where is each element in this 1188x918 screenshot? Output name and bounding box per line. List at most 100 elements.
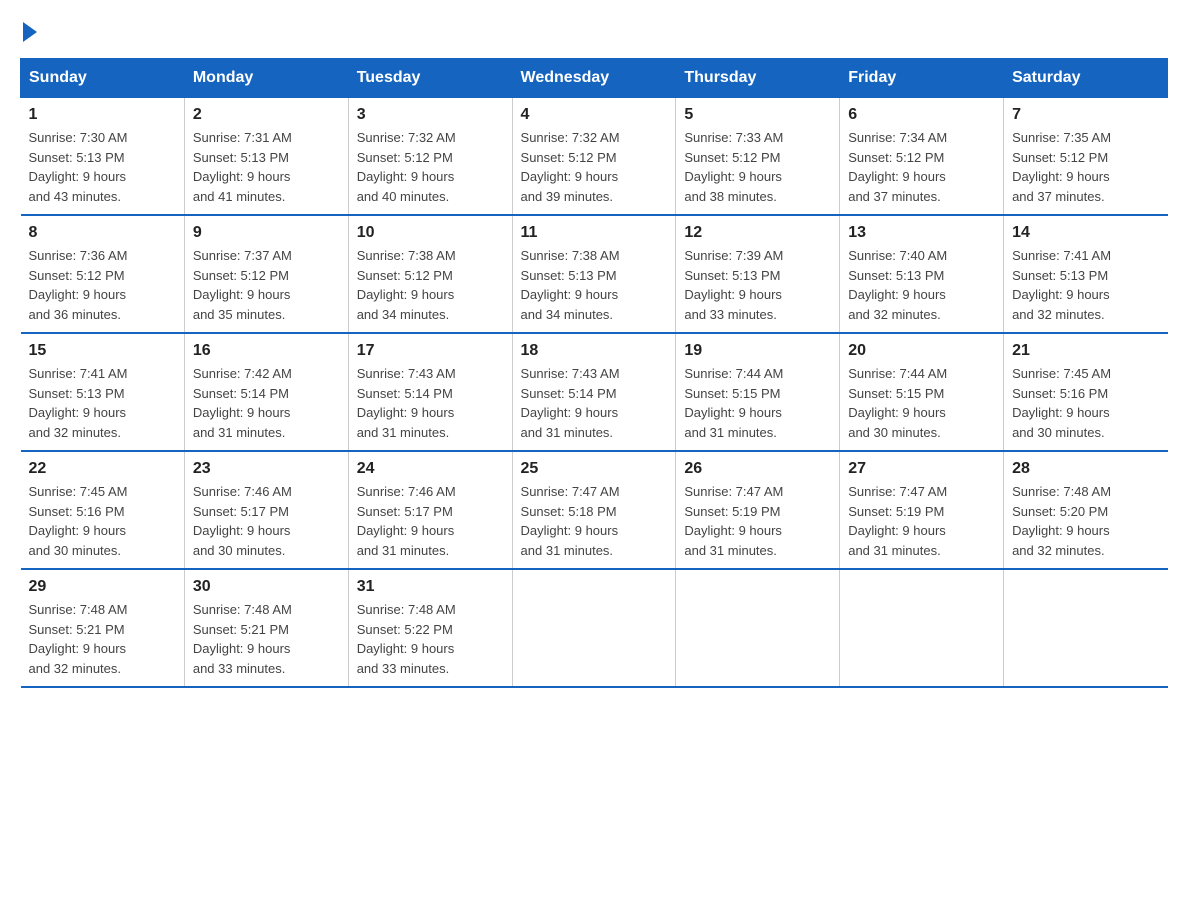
day-info: Sunrise: 7:39 AM Sunset: 5:13 PM Dayligh…: [684, 246, 831, 324]
day-number: 28: [1012, 460, 1159, 478]
day-header-wednesday: Wednesday: [512, 59, 676, 98]
calendar-cell: 10 Sunrise: 7:38 AM Sunset: 5:12 PM Dayl…: [348, 215, 512, 333]
day-info: Sunrise: 7:41 AM Sunset: 5:13 PM Dayligh…: [29, 364, 176, 442]
calendar-cell: 25 Sunrise: 7:47 AM Sunset: 5:18 PM Dayl…: [512, 451, 676, 569]
calendar-cell: 18 Sunrise: 7:43 AM Sunset: 5:14 PM Dayl…: [512, 333, 676, 451]
day-info: Sunrise: 7:44 AM Sunset: 5:15 PM Dayligh…: [684, 364, 831, 442]
logo-arrow-icon: [23, 22, 37, 42]
day-number: 17: [357, 342, 504, 360]
day-number: 2: [193, 106, 340, 124]
calendar-cell: 8 Sunrise: 7:36 AM Sunset: 5:12 PM Dayli…: [21, 215, 185, 333]
calendar-cell: 11 Sunrise: 7:38 AM Sunset: 5:13 PM Dayl…: [512, 215, 676, 333]
day-info: Sunrise: 7:32 AM Sunset: 5:12 PM Dayligh…: [357, 128, 504, 206]
calendar-cell: 28 Sunrise: 7:48 AM Sunset: 5:20 PM Dayl…: [1004, 451, 1168, 569]
day-info: Sunrise: 7:48 AM Sunset: 5:22 PM Dayligh…: [357, 600, 504, 678]
day-number: 22: [29, 460, 176, 478]
day-info: Sunrise: 7:30 AM Sunset: 5:13 PM Dayligh…: [29, 128, 176, 206]
calendar-cell: 14 Sunrise: 7:41 AM Sunset: 5:13 PM Dayl…: [1004, 215, 1168, 333]
day-info: Sunrise: 7:48 AM Sunset: 5:21 PM Dayligh…: [193, 600, 340, 678]
calendar-cell: 6 Sunrise: 7:34 AM Sunset: 5:12 PM Dayli…: [840, 98, 1004, 216]
calendar-cell: 31 Sunrise: 7:48 AM Sunset: 5:22 PM Dayl…: [348, 569, 512, 687]
day-number: 20: [848, 342, 995, 360]
day-info: Sunrise: 7:47 AM Sunset: 5:19 PM Dayligh…: [848, 482, 995, 560]
day-info: Sunrise: 7:42 AM Sunset: 5:14 PM Dayligh…: [193, 364, 340, 442]
logo-general-text: [20, 20, 37, 42]
calendar-cell: 30 Sunrise: 7:48 AM Sunset: 5:21 PM Dayl…: [184, 569, 348, 687]
calendar-cell: [676, 569, 840, 687]
day-number: 18: [521, 342, 668, 360]
day-info: Sunrise: 7:44 AM Sunset: 5:15 PM Dayligh…: [848, 364, 995, 442]
day-number: 31: [357, 578, 504, 596]
calendar-cell: 12 Sunrise: 7:39 AM Sunset: 5:13 PM Dayl…: [676, 215, 840, 333]
day-info: Sunrise: 7:32 AM Sunset: 5:12 PM Dayligh…: [521, 128, 668, 206]
day-number: 15: [29, 342, 176, 360]
day-number: 10: [357, 224, 504, 242]
week-row-2: 8 Sunrise: 7:36 AM Sunset: 5:12 PM Dayli…: [21, 215, 1168, 333]
week-row-5: 29 Sunrise: 7:48 AM Sunset: 5:21 PM Dayl…: [21, 569, 1168, 687]
day-number: 24: [357, 460, 504, 478]
calendar-cell: 16 Sunrise: 7:42 AM Sunset: 5:14 PM Dayl…: [184, 333, 348, 451]
day-info: Sunrise: 7:40 AM Sunset: 5:13 PM Dayligh…: [848, 246, 995, 324]
day-info: Sunrise: 7:36 AM Sunset: 5:12 PM Dayligh…: [29, 246, 176, 324]
day-info: Sunrise: 7:43 AM Sunset: 5:14 PM Dayligh…: [357, 364, 504, 442]
calendar-cell: 27 Sunrise: 7:47 AM Sunset: 5:19 PM Dayl…: [840, 451, 1004, 569]
day-header-sunday: Sunday: [21, 59, 185, 98]
calendar-cell: 20 Sunrise: 7:44 AM Sunset: 5:15 PM Dayl…: [840, 333, 1004, 451]
day-info: Sunrise: 7:47 AM Sunset: 5:18 PM Dayligh…: [521, 482, 668, 560]
calendar-cell: 21 Sunrise: 7:45 AM Sunset: 5:16 PM Dayl…: [1004, 333, 1168, 451]
day-number: 29: [29, 578, 176, 596]
week-row-4: 22 Sunrise: 7:45 AM Sunset: 5:16 PM Dayl…: [21, 451, 1168, 569]
day-info: Sunrise: 7:33 AM Sunset: 5:12 PM Dayligh…: [684, 128, 831, 206]
calendar-cell: 23 Sunrise: 7:46 AM Sunset: 5:17 PM Dayl…: [184, 451, 348, 569]
calendar-cell: 2 Sunrise: 7:31 AM Sunset: 5:13 PM Dayli…: [184, 98, 348, 216]
calendar-cell: 29 Sunrise: 7:48 AM Sunset: 5:21 PM Dayl…: [21, 569, 185, 687]
week-row-3: 15 Sunrise: 7:41 AM Sunset: 5:13 PM Dayl…: [21, 333, 1168, 451]
day-number: 12: [684, 224, 831, 242]
day-number: 9: [193, 224, 340, 242]
day-number: 23: [193, 460, 340, 478]
calendar-cell: [512, 569, 676, 687]
day-info: Sunrise: 7:38 AM Sunset: 5:12 PM Dayligh…: [357, 246, 504, 324]
day-info: Sunrise: 7:43 AM Sunset: 5:14 PM Dayligh…: [521, 364, 668, 442]
calendar-cell: 7 Sunrise: 7:35 AM Sunset: 5:12 PM Dayli…: [1004, 98, 1168, 216]
day-info: Sunrise: 7:48 AM Sunset: 5:21 PM Dayligh…: [29, 600, 176, 678]
day-number: 5: [684, 106, 831, 124]
day-info: Sunrise: 7:46 AM Sunset: 5:17 PM Dayligh…: [357, 482, 504, 560]
calendar-cell: 17 Sunrise: 7:43 AM Sunset: 5:14 PM Dayl…: [348, 333, 512, 451]
days-header-row: SundayMondayTuesdayWednesdayThursdayFrid…: [21, 59, 1168, 98]
week-row-1: 1 Sunrise: 7:30 AM Sunset: 5:13 PM Dayli…: [21, 98, 1168, 216]
day-number: 8: [29, 224, 176, 242]
day-number: 25: [521, 460, 668, 478]
day-number: 13: [848, 224, 995, 242]
day-number: 3: [357, 106, 504, 124]
day-number: 7: [1012, 106, 1159, 124]
calendar-cell: 24 Sunrise: 7:46 AM Sunset: 5:17 PM Dayl…: [348, 451, 512, 569]
day-header-tuesday: Tuesday: [348, 59, 512, 98]
day-info: Sunrise: 7:45 AM Sunset: 5:16 PM Dayligh…: [29, 482, 176, 560]
calendar-cell: [1004, 569, 1168, 687]
page-header: [20, 20, 1168, 38]
day-info: Sunrise: 7:38 AM Sunset: 5:13 PM Dayligh…: [521, 246, 668, 324]
logo: [20, 20, 37, 38]
day-info: Sunrise: 7:48 AM Sunset: 5:20 PM Dayligh…: [1012, 482, 1159, 560]
day-number: 16: [193, 342, 340, 360]
day-header-monday: Monday: [184, 59, 348, 98]
day-number: 19: [684, 342, 831, 360]
day-number: 27: [848, 460, 995, 478]
day-number: 4: [521, 106, 668, 124]
calendar-cell: 26 Sunrise: 7:47 AM Sunset: 5:19 PM Dayl…: [676, 451, 840, 569]
calendar-cell: 13 Sunrise: 7:40 AM Sunset: 5:13 PM Dayl…: [840, 215, 1004, 333]
day-info: Sunrise: 7:35 AM Sunset: 5:12 PM Dayligh…: [1012, 128, 1159, 206]
calendar-cell: 9 Sunrise: 7:37 AM Sunset: 5:12 PM Dayli…: [184, 215, 348, 333]
day-info: Sunrise: 7:47 AM Sunset: 5:19 PM Dayligh…: [684, 482, 831, 560]
day-number: 26: [684, 460, 831, 478]
calendar-cell: 19 Sunrise: 7:44 AM Sunset: 5:15 PM Dayl…: [676, 333, 840, 451]
day-number: 1: [29, 106, 176, 124]
calendar-cell: 5 Sunrise: 7:33 AM Sunset: 5:12 PM Dayli…: [676, 98, 840, 216]
day-info: Sunrise: 7:41 AM Sunset: 5:13 PM Dayligh…: [1012, 246, 1159, 324]
day-info: Sunrise: 7:46 AM Sunset: 5:17 PM Dayligh…: [193, 482, 340, 560]
day-info: Sunrise: 7:37 AM Sunset: 5:12 PM Dayligh…: [193, 246, 340, 324]
calendar-cell: 4 Sunrise: 7:32 AM Sunset: 5:12 PM Dayli…: [512, 98, 676, 216]
day-number: 21: [1012, 342, 1159, 360]
calendar-table: SundayMondayTuesdayWednesdayThursdayFrid…: [20, 58, 1168, 688]
